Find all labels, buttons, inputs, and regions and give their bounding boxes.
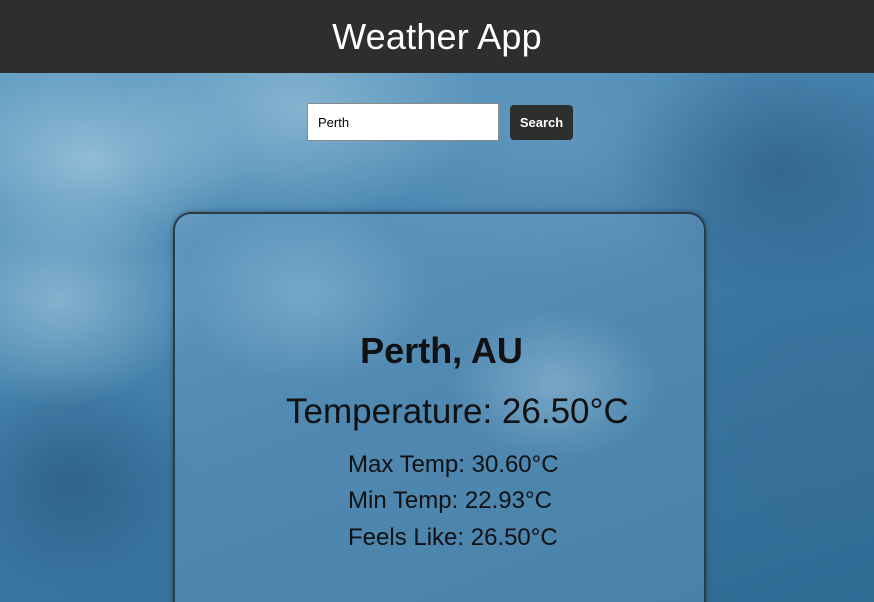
max-temp-text: Max Temp: 30.60°C	[348, 451, 559, 478]
search-bar: Search	[307, 103, 573, 141]
feels-like-text: Feels Like: 26.50°C	[348, 524, 558, 551]
temperature-text: Temperature: 26.50°C	[286, 392, 629, 431]
min-temp-text: Min Temp: 22.93°C	[348, 487, 552, 514]
app-header: Weather App	[0, 0, 874, 73]
weather-card: Perth, AU Temperature: 26.50°C Max Temp:…	[173, 212, 706, 602]
city-search-input[interactable]	[307, 103, 499, 141]
app-title: Weather App	[332, 15, 542, 57]
location-text: Perth, AU	[360, 330, 523, 371]
search-button[interactable]: Search	[510, 104, 573, 140]
location-heading: Perth, AU	[175, 330, 708, 372]
